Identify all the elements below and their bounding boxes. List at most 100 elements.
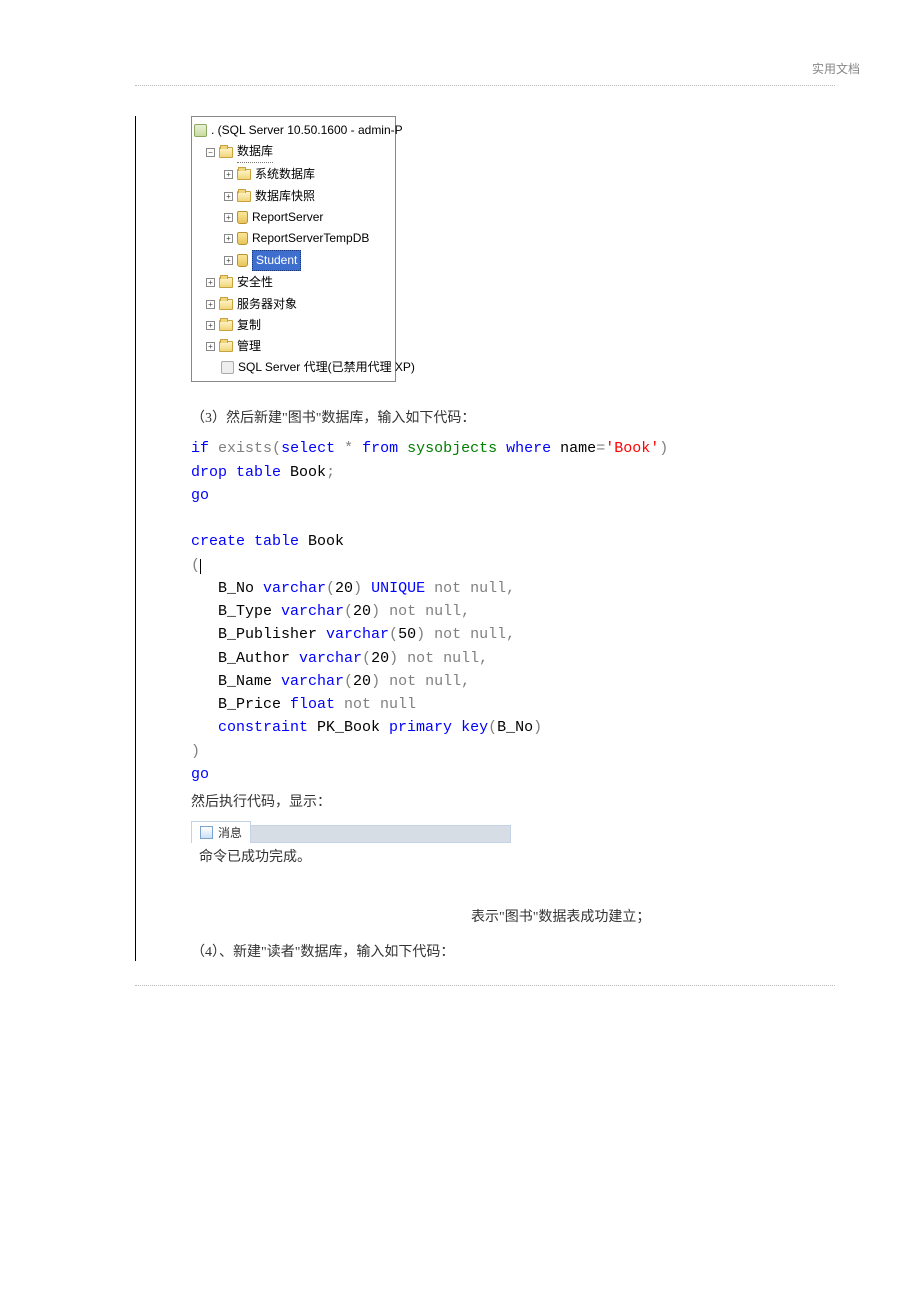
- sp: [398, 440, 407, 457]
- tree-root[interactable]: . (SQL Server 10.50.1600 - admin-P: [194, 120, 393, 141]
- nn: not null: [425, 580, 506, 597]
- kw-where: where: [506, 440, 551, 457]
- sysobjects: sysobjects: [407, 440, 497, 457]
- col-bname: B_Name: [191, 673, 281, 690]
- tree-management[interactable]: + 管理: [194, 336, 393, 357]
- expand-icon[interactable]: +: [206, 342, 215, 351]
- kw-create: create: [191, 533, 245, 550]
- result-caption: 表示"图书"数据表成功建立；: [191, 906, 835, 926]
- message-icon: [200, 826, 213, 839]
- n50: 50: [398, 626, 416, 643]
- str-book: 'Book': [605, 440, 659, 457]
- header-label: 实用文档: [812, 60, 860, 77]
- col-bprice: B_Price: [191, 696, 290, 713]
- rp3: ): [416, 626, 425, 643]
- tree-snapshot-label: 数据库快照: [255, 187, 315, 206]
- col-name: name: [551, 440, 596, 457]
- tbl-book: Book: [281, 464, 326, 481]
- kw-if: if: [191, 440, 209, 457]
- comma4: ,: [479, 650, 488, 667]
- message-content: 命令已成功完成。: [191, 843, 511, 866]
- expand-icon[interactable]: +: [224, 213, 233, 222]
- col-bno: B_No: [191, 580, 263, 597]
- col-bauth: B_Author: [191, 650, 299, 667]
- message-panel: 消息 命令已成功完成。: [191, 821, 511, 866]
- lp: (: [326, 580, 335, 597]
- rp4: ): [389, 650, 398, 667]
- comma3: ,: [506, 626, 515, 643]
- tree-reporttmp-label: ReportServerTempDB: [252, 229, 369, 248]
- expand-icon[interactable]: +: [224, 192, 233, 201]
- folder-icon: [219, 277, 233, 288]
- star: *: [335, 440, 362, 457]
- expand-icon[interactable]: +: [224, 234, 233, 243]
- n20c: 20: [371, 650, 389, 667]
- kw-unique: UNIQUE: [362, 580, 425, 597]
- comma: ,: [506, 580, 515, 597]
- n20d: 20: [353, 673, 371, 690]
- rparen: ): [659, 440, 668, 457]
- lparen2: (: [191, 557, 200, 574]
- tree-sysdb-label: 系统数据库: [255, 165, 315, 184]
- lp6: (: [488, 719, 497, 736]
- tree-root-label: . (SQL Server 10.50.1600 - admin-P: [211, 121, 403, 140]
- message-tab-label: 消息: [218, 824, 242, 841]
- tree-security-label: 安全性: [237, 273, 273, 292]
- nn6: not null: [335, 696, 416, 713]
- col-btype: B_Type: [191, 603, 281, 620]
- nn3: not null: [425, 626, 506, 643]
- lp2: (: [344, 603, 353, 620]
- tree-agent[interactable]: SQL Server 代理(已禁用代理 XP): [194, 357, 393, 378]
- step4-text: （4）、新建"读者"数据库，输入如下代码：: [191, 941, 835, 961]
- nn5: not null: [380, 673, 461, 690]
- rparen2: ): [191, 743, 200, 760]
- expand-icon[interactable]: +: [224, 256, 233, 265]
- lp3: (: [389, 626, 398, 643]
- rp2: ): [371, 603, 380, 620]
- n20b: 20: [353, 603, 371, 620]
- expand-icon[interactable]: +: [224, 170, 233, 179]
- message-tab-bg: [251, 825, 511, 843]
- rp: ): [353, 580, 362, 597]
- kw-key: key: [461, 719, 488, 736]
- kw-varchar: varchar: [263, 580, 326, 597]
- collapse-icon[interactable]: −: [206, 148, 215, 157]
- tree-reporttmp[interactable]: + ReportServerTempDB: [194, 228, 393, 249]
- tree-serverobj[interactable]: + 服务器对象: [194, 294, 393, 315]
- folder-icon: [219, 147, 233, 158]
- tree-serverobj-label: 服务器对象: [237, 295, 297, 314]
- folder-icon: [219, 320, 233, 331]
- tree-report[interactable]: + ReportServer: [194, 207, 393, 228]
- lp5: (: [344, 673, 353, 690]
- tree-agent-label: SQL Server 代理(已禁用代理 XP): [238, 358, 415, 377]
- expand-icon[interactable]: +: [206, 300, 215, 309]
- rp5: ): [371, 673, 380, 690]
- kw-varchar5: varchar: [281, 673, 344, 690]
- tree-replication[interactable]: + 复制: [194, 315, 393, 336]
- semi: ;: [326, 464, 335, 481]
- tree-replication-label: 复制: [237, 316, 261, 335]
- kw-primary: primary: [389, 719, 452, 736]
- folder-icon: [237, 169, 251, 180]
- message-tab[interactable]: 消息: [191, 821, 251, 843]
- kw-float: float: [290, 696, 335, 713]
- content-frame: . (SQL Server 10.50.1600 - admin-P − 数据库…: [135, 85, 835, 969]
- database-icon: [237, 211, 248, 224]
- tree-sysdb[interactable]: + 系统数据库: [194, 164, 393, 185]
- kw-select: select: [281, 440, 335, 457]
- kw-go2: go: [191, 766, 209, 783]
- kw-varchar4: varchar: [299, 650, 362, 667]
- tree-databases[interactable]: − 数据库: [194, 141, 393, 164]
- kw-from: from: [362, 440, 398, 457]
- nn4: not null: [398, 650, 479, 667]
- folder-icon: [237, 191, 251, 202]
- kw-constraint: constraint: [218, 719, 308, 736]
- tree-student[interactable]: + Student: [194, 249, 393, 272]
- expand-icon[interactable]: +: [206, 278, 215, 287]
- expand-icon[interactable]: +: [206, 321, 215, 330]
- tree-snapshot[interactable]: + 数据库快照: [194, 186, 393, 207]
- sql-code-block-1: if exists(select * from sysobjects where…: [191, 437, 835, 786]
- tree-security[interactable]: + 安全性: [194, 272, 393, 293]
- kw-table2: table: [254, 533, 299, 550]
- kw-table: table: [236, 464, 281, 481]
